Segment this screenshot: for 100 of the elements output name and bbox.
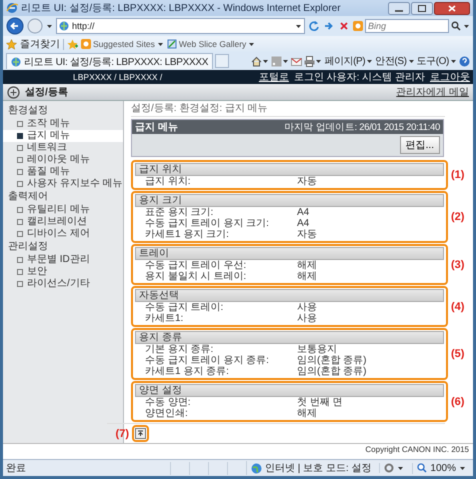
window-title: 리모트 UI: 설정/등록: LBPXXXX: LBPXXXX - Windows Internet Explorer [21, 2, 342, 15]
setting-value: 해제 [297, 271, 317, 282]
back-button[interactable] [6, 17, 24, 35]
setting-value: 임의(혼합 종류) [297, 355, 366, 366]
callout-label: (3) [451, 258, 466, 270]
favorites-button[interactable]: 즐겨찾기 [20, 37, 60, 51]
home-icon[interactable] [251, 56, 262, 66]
caret-icon[interactable] [156, 40, 164, 48]
setting-label: 수동 급지 트레이 우선: [145, 260, 248, 271]
caret-icon[interactable] [450, 58, 457, 64]
setting-label: 수동 급지 트레이: [145, 302, 224, 313]
search-field[interactable]: Bing [365, 19, 449, 33]
star-icon[interactable] [6, 38, 17, 50]
caret-icon[interactable] [408, 58, 415, 64]
sidebar-item[interactable]: 조작 메뉴 [3, 118, 123, 130]
sidebar-item[interactable]: 급지 메뉴 [3, 130, 123, 142]
panel-title: 급지 메뉴 [135, 121, 178, 134]
refresh-icon[interactable] [308, 20, 320, 32]
sidebar-item[interactable]: 라이선스/기타 [3, 278, 123, 290]
favorites-link[interactable]: Web Slice Gallery [178, 39, 246, 49]
page-icon [11, 56, 21, 66]
sidebar-item[interactable]: 사용자 유지보수 메뉴 [3, 178, 123, 190]
setting-value: 자동 [297, 229, 317, 240]
callout-label: (7) [114, 428, 129, 440]
setting-value: 임의(혼합 종류) [297, 366, 366, 377]
maximize-button[interactable] [411, 2, 433, 14]
portal-link[interactable]: 포털로 [258, 70, 289, 84]
sidebar-item[interactable]: 디바이스 제어 [3, 228, 123, 240]
setting-value: A4 [297, 218, 310, 229]
sidebar-item[interactable]: 레이아웃 메뉴 [3, 154, 123, 166]
sidebar-heading: 환경설정 [7, 104, 49, 118]
caret-icon[interactable] [397, 464, 404, 472]
mail-icon[interactable] [291, 56, 302, 66]
up-arrow-icon [137, 430, 144, 437]
sidebar-item[interactable]: 품질 메뉴 [3, 166, 123, 178]
browser-logo-icon [6, 2, 18, 14]
caret-icon[interactable] [262, 58, 270, 64]
edit-button[interactable]: 편집... [400, 136, 440, 154]
favorites-link[interactable]: Suggested Sites [93, 39, 155, 49]
sidebar-item[interactable]: 보안 [3, 266, 123, 278]
minimize-button[interactable] [388, 2, 410, 14]
arrow-icon[interactable] [323, 20, 335, 32]
section-header: 용지 크기 [135, 194, 444, 207]
setting-value: 첫 번째 면 [297, 397, 343, 408]
search-icon[interactable] [451, 21, 461, 31]
callout-label: (6) [451, 396, 466, 408]
logo-icon [7, 86, 20, 98]
menu-button[interactable]: 안전(S) [375, 54, 415, 68]
copyright: Copyright CANON INC. 2015 [364, 444, 470, 456]
setting-label: 카세트1: [145, 313, 184, 324]
caret-icon[interactable] [282, 58, 290, 64]
logout-link[interactable]: 로그아웃 [430, 70, 470, 84]
caret-icon[interactable] [366, 58, 374, 64]
close-button[interactable] [434, 2, 470, 14]
add-favorite-icon[interactable] [67, 38, 78, 50]
breadcrumb: 설정/등록: 환경설정: 급지 메뉴 [131, 103, 445, 117]
browser-tab[interactable]: 리모트 UI: 설정/등록: LBPXXXX: LBPXXXX [6, 53, 214, 69]
setting-label: 급지 위치: [145, 176, 192, 187]
zoom-level[interactable]: 100% [430, 462, 456, 474]
section-header: 급지 위치 [135, 163, 444, 176]
section-header: 양면 설정 [135, 384, 444, 397]
sidebar-item[interactable]: 네트워크 [3, 142, 123, 154]
sidebar-item[interactable]: 부문별 ID관리 [3, 254, 123, 266]
caret-icon[interactable] [463, 22, 470, 30]
setting-label: 용지 불일치 시 트레이: [145, 271, 248, 282]
caret-icon[interactable] [315, 58, 322, 64]
setting-label: 표준 용지 크기: [145, 207, 214, 218]
address-field[interactable]: http:// [56, 18, 305, 34]
sidebar-item[interactable]: 유틸리티 메뉴 [3, 204, 123, 216]
setting-label: 양면인쇄: [145, 408, 189, 419]
section-header: 용지 종류 [135, 331, 444, 344]
callout-label: (5) [451, 348, 466, 360]
print-icon[interactable] [304, 56, 316, 66]
mail-link[interactable]: 관리자에게 메일 [396, 85, 469, 99]
sidebar-heading: 관리설정 [7, 240, 49, 254]
caret-icon[interactable] [248, 40, 256, 48]
page-title: 설정/등록 [25, 86, 69, 99]
setting-label: 카세트1 용지 종류: [145, 366, 230, 377]
setting-label: 기본 용지 종류: [145, 344, 214, 355]
section-header: 자동선택 [135, 289, 444, 302]
web-slice-icon [166, 39, 177, 49]
menu-button[interactable]: 페이지(P) [324, 54, 374, 68]
callout-label: (1) [451, 169, 466, 181]
sidebar-item[interactable]: 캘리브레이션 [3, 216, 123, 228]
setting-value: 해제 [297, 408, 317, 419]
setting-label: 수동 양면: [145, 397, 192, 408]
setting-value: 보통용지 [297, 344, 337, 355]
help-icon[interactable] [459, 56, 470, 66]
caret-icon[interactable] [459, 464, 466, 472]
caret-icon[interactable] [46, 22, 53, 30]
callout-label: (4) [451, 300, 466, 312]
menu-button[interactable]: 도구(O) [416, 54, 457, 68]
caret-icon[interactable] [295, 22, 302, 30]
page-icon [59, 21, 69, 31]
top-button[interactable] [135, 428, 146, 439]
setting-label: 카세트1 용지 크기: [145, 229, 230, 240]
search-engine-icon [353, 21, 363, 31]
zoom-icon [417, 463, 428, 473]
setting-label: 수동 급지 트레이 용지 크기: [145, 218, 270, 229]
stop-icon[interactable] [338, 20, 350, 32]
